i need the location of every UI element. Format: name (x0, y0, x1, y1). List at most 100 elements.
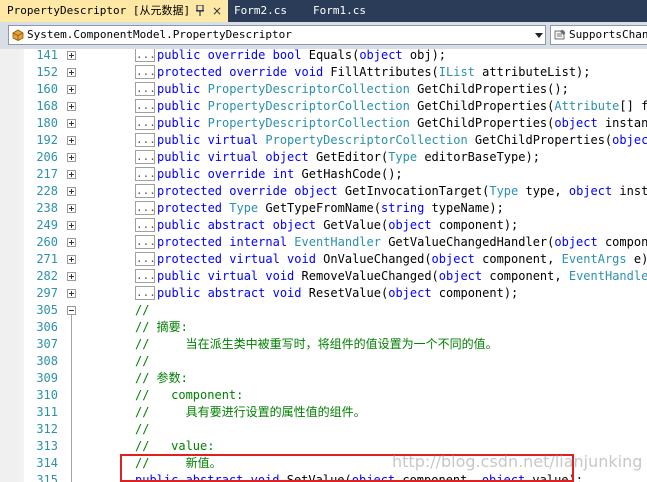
code-text: // (135, 353, 149, 370)
expand-icon[interactable] (67, 119, 76, 128)
type-dropdown[interactable]: System.ComponentModel.PropertyDescriptor (8, 25, 546, 45)
pin-icon[interactable] (196, 5, 204, 16)
code-line[interactable]: 305 // (0, 302, 647, 319)
code-token: void (265, 269, 302, 283)
code-line[interactable]: 141... public override bool Equals(object… (0, 49, 647, 64)
expand-icon[interactable] (67, 255, 76, 264)
code-token: GetTypeFromName( (265, 201, 381, 215)
code-line[interactable]: 180... public PropertyDescriptorCollectio… (0, 115, 647, 132)
expand-icon[interactable] (67, 289, 76, 298)
code-line[interactable]: 282... public virtual void RemoveValueCha… (0, 268, 647, 285)
expand-icon[interactable] (67, 187, 76, 196)
code-line[interactable]: 271... protected virtual void OnValueChan… (0, 251, 647, 268)
line-number: 206 (36, 150, 58, 164)
line-number: 260 (36, 235, 58, 249)
collapsed-region-marker[interactable]: ... (135, 82, 156, 96)
code-editor[interactable]: 141... public override bool Equals(object… (0, 49, 647, 482)
code-token: attributeList); (482, 65, 591, 79)
line-number: 305 (36, 303, 58, 317)
collapsed-region-marker[interactable]: ... (135, 286, 156, 300)
code-token: void (294, 65, 331, 79)
collapsed-region-marker[interactable]: ... (135, 65, 156, 79)
code-token: PropertyDescriptorCollection (265, 133, 475, 147)
code-token: object (388, 218, 439, 232)
code-token: // (135, 354, 150, 368)
code-line[interactable]: 260... protected internal EventHandler Ge… (0, 234, 647, 251)
code-line[interactable]: 306 // 摘要: (0, 319, 647, 336)
code-text: protected override void FillAttributes(I… (157, 64, 591, 81)
navigation-bar: System.ComponentModel.PropertyDescriptor… (0, 22, 647, 50)
code-token: object (272, 218, 324, 232)
code-line[interactable]: 307 // 当在派生类中被重写时，将组件的值设置为一个不同的值。 (0, 336, 647, 353)
code-token: // 当在派生类中被重写时，将组件的值设置为一个不同的值。 (135, 337, 498, 351)
line-number: 308 (36, 354, 58, 368)
collapsed-region-marker[interactable]: ... (135, 49, 156, 62)
tab-form2[interactable]: Form2.cs (234, 0, 287, 22)
expand-icon[interactable] (67, 102, 76, 111)
expand-icon[interactable] (67, 68, 76, 77)
collapsed-region-marker[interactable]: ... (135, 235, 156, 249)
code-token: public (157, 286, 208, 300)
collapsed-region-marker[interactable]: ... (135, 201, 156, 215)
collapsed-region-marker[interactable]: ... (135, 167, 156, 181)
code-line[interactable]: 206... public virtual object GetEditor(Ty… (0, 149, 647, 166)
code-line[interactable]: 249... public abstract object GetValue(ob… (0, 217, 647, 234)
code-token: internal (229, 235, 295, 249)
line-number: 306 (36, 320, 58, 334)
code-line[interactable]: 297... public abstract void ResetValue(ob… (0, 285, 647, 302)
code-text: // component: (135, 387, 243, 404)
expand-icon[interactable] (67, 204, 76, 213)
code-token: Type (229, 201, 266, 215)
code-token: GetValue( (323, 218, 389, 232)
code-line[interactable]: 238... protected Type GetTypeFromName(str… (0, 200, 647, 217)
tab-property-descriptor[interactable]: PropertyDescriptor [从元数据] × (0, 0, 228, 22)
code-line[interactable]: 160... public PropertyDescriptorCollectio… (0, 81, 647, 98)
collapsed-region-marker[interactable]: ... (135, 150, 156, 164)
code-token: public (157, 218, 208, 232)
line-number: 307 (36, 337, 58, 351)
code-line[interactable]: 228... protected override object GetInvoc… (0, 183, 647, 200)
collapsed-region-marker[interactable]: ... (135, 218, 156, 232)
collapsed-region-marker[interactable]: ... (135, 252, 156, 266)
code-line[interactable]: 168... public PropertyDescriptorCollectio… (0, 98, 647, 115)
code-line[interactable]: 308 // (0, 353, 647, 370)
code-token: object (359, 49, 410, 62)
tab-form1[interactable]: Form1.cs (313, 0, 366, 22)
code-token: public (157, 269, 208, 283)
code-line[interactable]: 217... public override int GetHashCode(); (0, 166, 647, 183)
collapsed-region-marker[interactable]: ... (135, 184, 156, 198)
collapse-icon[interactable] (67, 306, 76, 315)
expand-icon[interactable] (67, 238, 76, 247)
chevron-down-icon[interactable] (535, 33, 543, 38)
expand-icon[interactable] (67, 221, 76, 230)
expand-icon[interactable] (67, 272, 76, 281)
expand-icon[interactable] (67, 153, 76, 162)
expand-icon[interactable] (67, 85, 76, 94)
collapsed-region-marker[interactable]: ... (135, 269, 156, 283)
code-line[interactable]: 311 // 具有要进行设置的属性值的组件。 (0, 404, 647, 421)
line-number: 314 (36, 456, 58, 470)
code-line[interactable]: 310 // component: (0, 387, 647, 404)
collapsed-region-marker[interactable]: ... (135, 99, 156, 113)
code-token: public (157, 150, 208, 164)
code-text: // value: (135, 438, 214, 455)
code-line[interactable]: 309 // 参数: (0, 370, 647, 387)
code-token: virtual (229, 252, 288, 266)
code-token: component, (482, 252, 562, 266)
code-line[interactable]: 312 // (0, 421, 647, 438)
member-dropdown[interactable]: SupportsChangeEvents (550, 25, 647, 45)
collapsed-region-marker[interactable]: ... (135, 133, 156, 147)
expand-icon[interactable] (67, 136, 76, 145)
expand-icon[interactable] (67, 51, 76, 60)
code-token: string (380, 201, 432, 215)
expand-icon[interactable] (67, 170, 76, 179)
close-icon[interactable]: × (212, 0, 222, 22)
code-line[interactable]: 152... protected override void FillAttrib… (0, 64, 647, 81)
code-token: object (388, 286, 439, 300)
code-token: FillAttributes( (330, 65, 439, 79)
code-token: component); (438, 286, 519, 300)
collapsed-region-marker[interactable]: ... (135, 116, 156, 130)
line-number: 311 (36, 405, 58, 419)
code-line[interactable]: 192... public virtual PropertyDescriptorC… (0, 132, 647, 149)
code-token: protected (157, 201, 230, 215)
